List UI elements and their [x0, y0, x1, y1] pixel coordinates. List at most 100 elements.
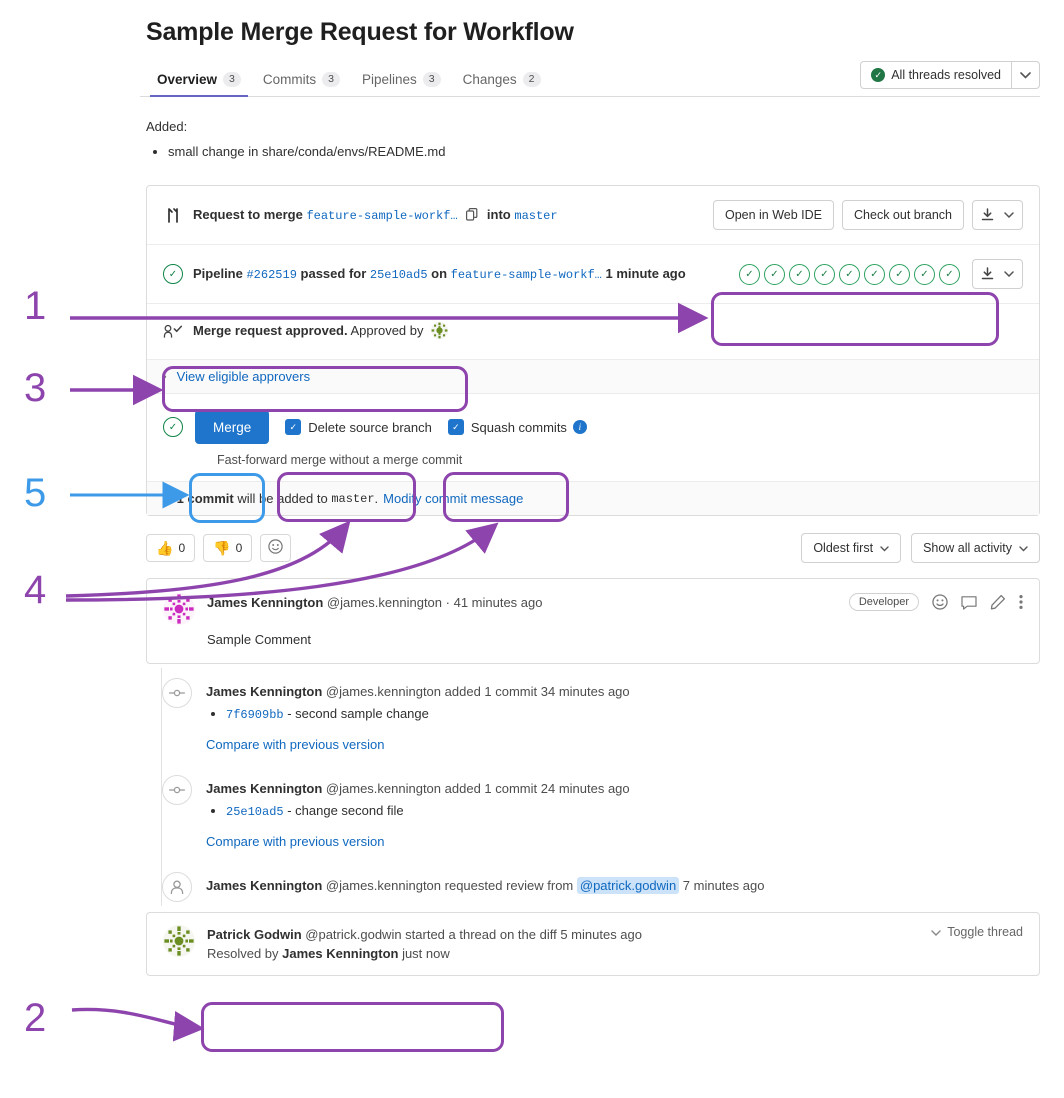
view-eligible-approvers-link[interactable]: View eligible approvers	[177, 369, 310, 384]
view-eligible-approvers-row[interactable]: › View eligible approvers	[147, 359, 1039, 393]
open-in-web-ide-button[interactable]: Open in Web IDE	[712, 200, 835, 230]
event-commit-list: 7f6909bb - second sample change	[206, 704, 1040, 725]
download-chevron-down-icon[interactable]	[1002, 201, 1022, 229]
event-handle[interactable]: @james.kennington	[326, 781, 441, 796]
delete-source-branch-label[interactable]: Delete source branch	[308, 420, 432, 435]
annotation-marker-3: 3	[24, 366, 47, 410]
squash-commits-checkbox[interactable]: ✓	[447, 419, 464, 435]
thumbs-up-icon: 👍	[156, 539, 174, 556]
pipeline-branch-link[interactable]: feature-sample-workf…	[451, 268, 602, 282]
add-reaction-button[interactable]	[260, 534, 292, 562]
chevron-down-icon[interactable]	[1011, 62, 1039, 88]
toggle-chevron-down-icon	[931, 925, 941, 939]
thread-handle[interactable]: @patrick.godwin	[305, 927, 401, 942]
tabbar: Overview 3 Commits 3 Pipelines 3 Changes…	[140, 61, 1040, 97]
commit-target-branch: master	[331, 491, 375, 506]
event-action: added 1 commit	[441, 684, 541, 699]
squash-commits-label[interactable]: Squash commits	[471, 420, 567, 435]
thumbs-up-count: 0	[178, 541, 186, 555]
description: Added: small change in share/conda/envs/…	[146, 119, 1040, 159]
request-to-merge-prefix: Request to merge	[193, 207, 303, 222]
pipeline-download-chevron-down-icon[interactable]	[1002, 260, 1022, 288]
event-commit-sha[interactable]: 7f6909bb	[226, 708, 284, 722]
squash-info-icon[interactable]: i	[572, 420, 587, 434]
merge-button[interactable]: Merge	[195, 410, 270, 444]
comment-meta: James Kennington @james.kennington · 41 …	[207, 593, 849, 612]
comment-header: James Kennington @james.kennington · 41 …	[163, 593, 1023, 625]
reviewer-mention[interactable]: @patrick.godwin	[576, 877, 680, 894]
pipeline-stage-icon[interactable]: ✓	[739, 263, 760, 285]
target-branch-link[interactable]: master	[514, 209, 557, 223]
modify-commit-message-link[interactable]: Modify commit message	[383, 491, 523, 506]
delete-source-branch-checkbox[interactable]: ✓	[285, 419, 302, 435]
pipeline-stage-icon[interactable]: ✓	[864, 263, 885, 285]
tab-commits[interactable]: Commits 3	[252, 72, 351, 96]
commit-icon	[162, 678, 192, 708]
tab-pipelines[interactable]: Pipelines 3	[351, 72, 452, 96]
annotation-marker-1: 1	[24, 284, 47, 328]
thumbs-down-button[interactable]: 👎 0	[203, 534, 253, 562]
compare-with-previous-version-link[interactable]: Compare with previous version	[206, 735, 384, 755]
pipeline-stage-icon[interactable]: ✓	[939, 263, 960, 285]
pipeline-stage-icon[interactable]: ✓	[839, 263, 860, 285]
description-list: small change in share/conda/envs/README.…	[146, 144, 1040, 159]
pipeline-stage-icon[interactable]: ✓	[814, 263, 835, 285]
pipeline-row: ✓ Pipeline #262519 passed for 25e10ad5 o…	[147, 244, 1039, 303]
chevron-right-icon[interactable]: ›	[163, 371, 167, 383]
review-request-event: James Kennington @james.kennington reque…	[162, 862, 1040, 906]
pipeline-stage-icon[interactable]: ✓	[889, 263, 910, 285]
check-circle-icon: ✓	[871, 68, 886, 82]
review-request-body: James Kennington @james.kennington reque…	[206, 872, 1040, 902]
event-author[interactable]: James Kennington	[206, 684, 322, 699]
comment-author[interactable]: James Kennington	[207, 595, 323, 610]
tab-commits-count: 3	[322, 72, 340, 87]
thread-avatar[interactable]	[163, 925, 195, 957]
copy-branch-icon[interactable]	[466, 208, 478, 221]
thread-author[interactable]: Patrick Godwin	[207, 927, 302, 942]
event-commit-item: 25e10ad5 - change second file	[226, 801, 1040, 822]
pipeline-download-split-button[interactable]	[972, 259, 1023, 289]
event-author[interactable]: James Kennington	[206, 781, 322, 796]
resolved-by-author[interactable]: James Kennington	[282, 946, 398, 961]
review-request-handle[interactable]: @james.kennington	[326, 878, 441, 893]
download-split-button[interactable]	[972, 200, 1023, 230]
pipeline-download-icon[interactable]	[973, 260, 1002, 288]
sort-order-dropdown[interactable]: Oldest first	[801, 533, 902, 563]
avatar[interactable]	[163, 593, 195, 625]
tab-overview[interactable]: Overview 3	[146, 72, 252, 97]
edit-pencil-icon[interactable]	[990, 594, 1006, 610]
annotation-marker-5: 5	[24, 471, 47, 515]
threads-status-label-wrap[interactable]: ✓ All threads resolved	[861, 62, 1011, 88]
download-icon[interactable]	[973, 201, 1002, 229]
review-request-author[interactable]: James Kennington	[206, 878, 322, 893]
tab-changes[interactable]: Changes 2	[452, 72, 552, 96]
thread-time: 5 minutes ago	[560, 927, 642, 942]
commit-count-rest: will be added to	[233, 491, 332, 506]
event-commit-list: 25e10ad5 - change second file	[206, 801, 1040, 822]
reply-icon[interactable]	[961, 595, 977, 610]
pipeline-stage-icon[interactable]: ✓	[764, 263, 785, 285]
event-commit-sha[interactable]: 25e10ad5	[226, 805, 284, 819]
activity-filter-dropdown[interactable]: Show all activity	[911, 533, 1040, 563]
source-branch-link[interactable]: feature-sample-workf…	[306, 209, 457, 223]
approved-by-label: Approved by	[350, 322, 424, 338]
add-reaction-icon[interactable]	[932, 594, 948, 610]
threads-status-button[interactable]: ✓ All threads resolved	[860, 61, 1040, 89]
more-actions-icon[interactable]	[1019, 594, 1023, 610]
thumbs-up-button[interactable]: 👍 0	[146, 534, 196, 562]
commit-chevron-right-icon[interactable]: ›	[163, 493, 167, 505]
pipeline-commit-link[interactable]: 25e10ad5	[370, 268, 428, 282]
event-commit-item: 7f6909bb - second sample change	[226, 704, 1040, 725]
merge-request-widget: Request to merge feature-sample-workf… i…	[146, 185, 1040, 516]
pipeline-id-link[interactable]: #262519	[246, 268, 296, 282]
compare-with-previous-version-link[interactable]: Compare with previous version	[206, 832, 384, 852]
event-handle[interactable]: @james.kennington	[326, 684, 441, 699]
pipeline-stage-icon[interactable]: ✓	[914, 263, 935, 285]
check-out-branch-button[interactable]: Check out branch	[842, 200, 964, 230]
activity-filter-label: Show all activity	[923, 541, 1012, 555]
pipeline-stage-icon[interactable]: ✓	[789, 263, 810, 285]
comment-handle[interactable]: @james.kennington	[327, 595, 442, 610]
pipeline-passed-icon: ✓	[163, 264, 183, 284]
toggle-thread-button[interactable]: Toggle thread	[931, 925, 1023, 939]
approver-avatar[interactable]	[431, 321, 449, 342]
